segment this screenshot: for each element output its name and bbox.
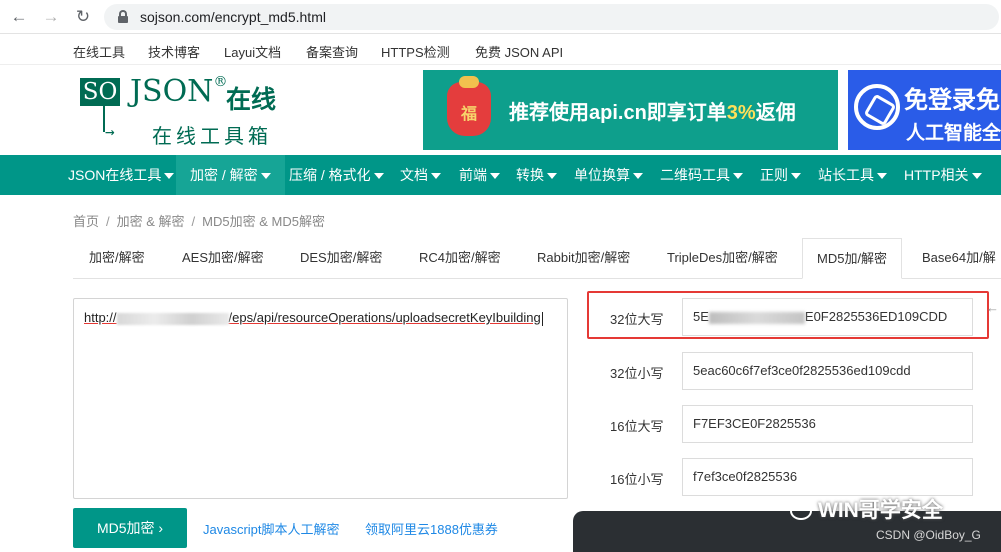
lock-icon (118, 10, 128, 23)
top-link-free-json-api[interactable]: 免费 JSON API (475, 42, 563, 61)
url-text: sojson.com/encrypt_md5.html (140, 9, 326, 25)
result-lower16-row: 16位小写 f7ef3ce0f2825536 (596, 458, 976, 496)
nav-regex[interactable]: 正则 (760, 155, 801, 195)
breadcrumb: 首页 / 加密 & 解密 / MD5加密 & MD5解密 (73, 214, 325, 229)
js-manual-decrypt-link[interactable]: Javascript脚本人工解密 (203, 519, 340, 538)
collapse-arrow-icon[interactable]: ← (986, 300, 999, 315)
caret-down-icon (877, 173, 887, 180)
tab-aes[interactable]: AES加密/解密 (182, 238, 264, 278)
caret-down-icon (260, 173, 271, 180)
tab-des[interactable]: DES加密/解密 (300, 238, 382, 278)
nav-compress-format[interactable]: 压缩 / 格式化 (289, 155, 384, 195)
browser-address-bar: ← → ↻ sojson.com/encrypt_md5.html (0, 0, 1001, 34)
logo-suffix: 在线 (226, 86, 277, 114)
breadcrumb-home[interactable]: 首页 (73, 214, 99, 229)
caret-down-icon (547, 173, 557, 180)
text-cursor (541, 311, 543, 326)
nav-docs[interactable]: 文档 (400, 155, 441, 195)
reload-icon[interactable]: ↻ (72, 6, 94, 28)
result-lower16-field[interactable]: f7ef3ce0f2825536 (682, 458, 973, 496)
lucky-bag-icon: 福 (447, 76, 491, 136)
top-link-layui-docs[interactable]: Layui文档 (224, 42, 281, 61)
caret-down-icon (490, 173, 500, 180)
tab-rc4[interactable]: RC4加密/解密 (419, 238, 501, 278)
top-links-bar: 在线工具 技术博客 Layui文档 备案查询 HTTPS检测 免费 JSON A… (0, 34, 1001, 65)
nav-encrypt-decrypt[interactable]: 加密 / 解密 (176, 155, 285, 195)
plaintext-value: http:///eps/api/resourceOperations/uploa… (84, 310, 543, 326)
redacted-host (116, 312, 229, 325)
caret-down-icon (164, 173, 175, 180)
ad-banner-ai[interactable]: 免登录免 人工智能全 (848, 70, 1001, 150)
csdn-credit: CSDN @OidBoy_G (876, 528, 981, 542)
nav-http[interactable]: HTTP相关 (904, 155, 982, 195)
logo-arrow-icon: → (105, 122, 115, 141)
red-highlight-box (587, 291, 989, 339)
caret-down-icon (633, 173, 643, 180)
tab-rabbit[interactable]: Rabbit加密/解密 (537, 238, 630, 278)
nav-convert[interactable]: 转换 (516, 155, 557, 195)
caret-down-icon (431, 173, 441, 180)
breadcrumb-current: MD5加密 & MD5解密 (202, 214, 325, 229)
nav-webmaster-tools[interactable]: 站长工具 (818, 155, 887, 195)
caret-down-icon (791, 173, 801, 180)
ad-banner-api[interactable]: 福 推荐使用api.cn即享订单3%返佣 (423, 70, 838, 150)
nav-json-tools[interactable]: JSON在线工具 (68, 155, 175, 195)
tab-encrypt-decrypt[interactable]: 加密/解密 (89, 238, 145, 278)
ad-banner-ai-line1: 免登录免 (904, 87, 1000, 114)
top-link-https-check[interactable]: HTTPS检测 (381, 42, 450, 61)
result-upper16-row: 16位大写 F7EF3CE0F2825536 (596, 405, 976, 443)
ai-logo-icon (854, 84, 900, 130)
nav-unit-convert[interactable]: 单位换算 (574, 155, 643, 195)
result-lower32-label: 32位小写 (610, 366, 664, 381)
logo-tagline: 在线工具箱 (152, 126, 272, 148)
nav-qrcode-tools[interactable]: 二维码工具 (660, 155, 743, 195)
caret-down-icon (733, 173, 743, 180)
md5-encrypt-button[interactable]: MD5加密 › (73, 508, 187, 548)
wechat-watermark: WIN哥学安全 (790, 494, 943, 524)
top-link-icp-lookup[interactable]: 备案查询 (306, 42, 358, 61)
nav-frontend[interactable]: 前端 (459, 155, 500, 195)
tool-tabs: 加密/解密 AES加密/解密 DES加密/解密 RC4加密/解密 Rabbit加… (73, 238, 1001, 279)
caret-down-icon (373, 173, 384, 180)
tab-base64[interactable]: Base64加/解 (922, 238, 996, 278)
result-upper16-field[interactable]: F7EF3CE0F2825536 (682, 405, 973, 443)
ad-banner-ai-line2: 人工智能全 (906, 123, 1001, 144)
top-link-tech-blog[interactable]: 技术博客 (148, 42, 200, 61)
main-nav: JSON在线工具 加密 / 解密 压缩 / 格式化 文档 前端 转换 单位换算 … (0, 155, 1001, 195)
logo-mark: SO (80, 78, 120, 106)
result-lower16-label: 16位小写 (610, 472, 664, 487)
result-lower32-row: 32位小写 5eac60c6f7ef3ce0f2825536ed109cdd (596, 352, 976, 390)
top-link-online-tools[interactable]: 在线工具 (73, 42, 125, 61)
forward-arrow-icon[interactable]: → (40, 6, 62, 28)
wechat-icon (790, 502, 812, 521)
site-logo[interactable]: SO JSON® 在线 → 在线工具箱 (78, 72, 293, 148)
result-upper16-label: 16位大写 (610, 419, 664, 434)
breadcrumb-encrypt[interactable]: 加密 & 解密 (117, 214, 185, 229)
aliyun-coupon-link[interactable]: 领取阿里云1888优惠券 (365, 519, 498, 538)
back-arrow-icon[interactable]: ← (8, 6, 30, 28)
tab-md5[interactable]: MD5加/解密 (802, 238, 903, 279)
plaintext-input[interactable]: http:///eps/api/resourceOperations/uploa… (73, 298, 568, 499)
caret-down-icon (971, 173, 982, 180)
logo-name: JSON® (130, 74, 228, 109)
ad-banner-text: 推荐使用api.cn即享订单3%返佣 (509, 102, 796, 124)
tab-tripledes[interactable]: TripleDes加密/解密 (667, 238, 778, 278)
url-field[interactable]: sojson.com/encrypt_md5.html (104, 4, 999, 30)
result-lower32-field[interactable]: 5eac60c6f7ef3ce0f2825536ed109cdd (682, 352, 973, 390)
